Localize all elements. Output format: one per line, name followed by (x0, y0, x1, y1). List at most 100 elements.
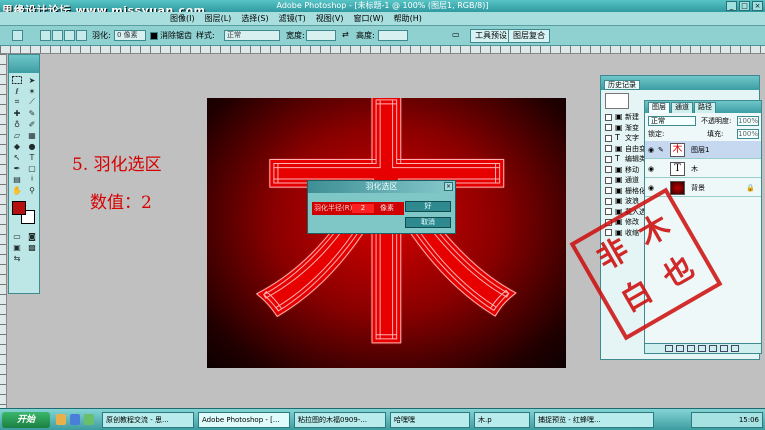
swap-icon[interactable]: ⇄ (342, 30, 349, 39)
tool-presets-tab[interactable]: 工具预设 (470, 29, 512, 43)
history-item[interactable]: ▣ 栅格化 (605, 186, 649, 196)
tab-channels[interactable]: 通道 (671, 102, 693, 113)
task-item[interactable]: 原创教程交流 - 思... (102, 412, 194, 428)
history-state-checkbox[interactable] (605, 187, 612, 194)
menu-filter[interactable]: 滤镜(T) (279, 13, 306, 24)
history-state-checkbox[interactable] (605, 155, 612, 163)
move-tool-icon[interactable]: ➤ (25, 75, 39, 85)
dodge-tool-icon[interactable]: ● (25, 141, 39, 151)
task-item[interactable]: 粘拉图的木福0909-... (294, 412, 386, 428)
hand-tool-icon[interactable]: ✋ (10, 185, 24, 195)
new-group-icon[interactable] (698, 345, 706, 352)
new-layer-icon[interactable] (720, 345, 728, 352)
menu-layer[interactable]: 图层(L) (205, 13, 232, 24)
history-item[interactable]: ▣ 渐变 (605, 123, 649, 133)
history-brush-icon[interactable]: ✐ (25, 119, 39, 129)
layer-row[interactable]: ◉ ✎ 木图层1 (645, 141, 761, 159)
crop-tool-icon[interactable]: ⌗ (10, 97, 24, 107)
dialog-title[interactable]: 羽化选区 (308, 181, 455, 193)
tool-palette-header[interactable] (9, 55, 39, 73)
layer-comps-tab[interactable]: 图层复合 (508, 29, 550, 43)
zoom-tool-icon[interactable]: ⚲ (25, 185, 39, 195)
shape-tool-icon[interactable]: ▢ (25, 163, 39, 173)
quicklaunch-app-icon[interactable] (84, 414, 94, 425)
opacity-input[interactable]: 100% (737, 116, 759, 126)
fill-input[interactable]: 100% (737, 129, 759, 139)
eye-icon[interactable]: ◉ (648, 184, 656, 192)
width-input[interactable] (306, 30, 336, 41)
feather-radius-input[interactable]: 2 (352, 204, 374, 213)
layer-style-icon[interactable] (676, 345, 684, 352)
menu-image[interactable]: 图像(I) (170, 13, 195, 24)
layer-mask-icon[interactable] (687, 345, 695, 352)
history-state-checkbox[interactable] (605, 113, 612, 121)
task-item[interactable]: 木.p (474, 412, 530, 428)
quicklaunch-folder-icon[interactable] (56, 414, 66, 425)
antialias-checkbox[interactable] (150, 32, 158, 40)
pen-tool-icon[interactable]: ✒ (10, 163, 24, 173)
close-button[interactable]: × (752, 1, 763, 11)
subtract-selection-icon[interactable] (64, 30, 75, 41)
brush-icon[interactable]: ✎ (658, 146, 666, 154)
history-state-checkbox[interactable] (605, 166, 612, 173)
magic-wand-icon[interactable]: ✶ (25, 86, 39, 96)
imageready-icon[interactable]: ⇆ (10, 253, 24, 263)
quickmask-mode-icon[interactable]: ◙ (25, 231, 39, 241)
eye-icon[interactable]: ◉ (648, 146, 656, 154)
maximize-button[interactable]: □ (739, 1, 750, 11)
healing-brush-icon[interactable]: ✚ (10, 108, 24, 118)
type-tool-icon[interactable]: T (25, 152, 39, 162)
fullscreen-mode-icon[interactable]: ▩ (25, 242, 39, 252)
cancel-button[interactable]: 取消 (405, 217, 451, 228)
menu-help[interactable]: 帮助(H) (394, 13, 422, 24)
history-state-checkbox[interactable] (605, 124, 612, 131)
intersect-selection-icon[interactable] (76, 30, 87, 41)
history-item[interactable]: T 文字 (605, 133, 649, 143)
eraser-tool-icon[interactable]: ▱ (10, 130, 24, 140)
history-item[interactable]: ▣自由变换 (605, 144, 649, 154)
path-select-icon[interactable]: ↖ (10, 152, 24, 162)
link-layers-icon[interactable] (665, 345, 673, 352)
history-item[interactable]: ▣ 移动 (605, 165, 649, 175)
standard-mode-icon[interactable]: ▭ (10, 231, 24, 241)
history-state-checkbox[interactable] (605, 145, 612, 152)
brush-tool-icon[interactable]: ✎ (25, 108, 39, 118)
history-item[interactable]: T编辑类型 (605, 154, 649, 164)
quicklaunch-ie-icon[interactable] (70, 414, 80, 425)
ok-button[interactable]: 好 (405, 201, 451, 212)
layer-row[interactable]: ◉ T 木 (645, 160, 761, 178)
history-tab[interactable]: 历史记录 (604, 80, 640, 90)
eyedropper-tool-icon[interactable]: ⟊ (25, 174, 39, 184)
feather-input[interactable]: 0 像素 (114, 30, 146, 41)
task-item[interactable]: 哈嘿嘿 (390, 412, 470, 428)
start-button[interactable]: 开始 (2, 412, 50, 428)
history-state-checkbox[interactable] (605, 176, 612, 184)
clone-stamp-icon[interactable]: ♁ (10, 119, 24, 129)
foreground-color-swatch[interactable] (12, 201, 26, 215)
task-item[interactable]: Adobe Photoshop - [... (198, 412, 290, 428)
eye-icon[interactable]: ◉ (648, 165, 656, 173)
marquee-tool-icon[interactable] (10, 75, 24, 85)
screen-mode-icon[interactable]: ▣ (10, 242, 24, 252)
blur-tool-icon[interactable]: ◆ (10, 141, 24, 151)
tab-paths[interactable]: 路径 (694, 102, 716, 113)
slice-tool-icon[interactable]: ⟋ (25, 97, 39, 107)
menu-window[interactable]: 窗口(W) (354, 13, 384, 24)
adjustment-layer-icon[interactable] (709, 345, 717, 352)
history-state-checkbox[interactable] (605, 197, 612, 205)
tab-layers[interactable]: 图层 (648, 102, 670, 113)
new-selection-icon[interactable] (40, 30, 51, 41)
menu-select[interactable]: 选择(S) (241, 13, 268, 24)
menu-view[interactable]: 视图(V) (316, 13, 344, 24)
palette-well-icon[interactable]: ▭ (452, 30, 460, 39)
trash-icon[interactable] (731, 345, 739, 352)
minimize-button[interactable]: _ (726, 1, 737, 11)
task-item[interactable]: 捕捉预览 - 红蜂嘿... (534, 412, 654, 428)
lasso-tool-icon[interactable]: ℓ (10, 86, 24, 96)
history-item[interactable]: ▣ 通道 (605, 175, 649, 185)
history-snapshot[interactable] (605, 93, 629, 109)
notes-tool-icon[interactable]: ▤ (10, 174, 24, 184)
history-item[interactable]: ▣ 新建 (605, 112, 649, 122)
link-icon[interactable] (658, 165, 666, 173)
history-state-checkbox[interactable] (605, 208, 612, 215)
